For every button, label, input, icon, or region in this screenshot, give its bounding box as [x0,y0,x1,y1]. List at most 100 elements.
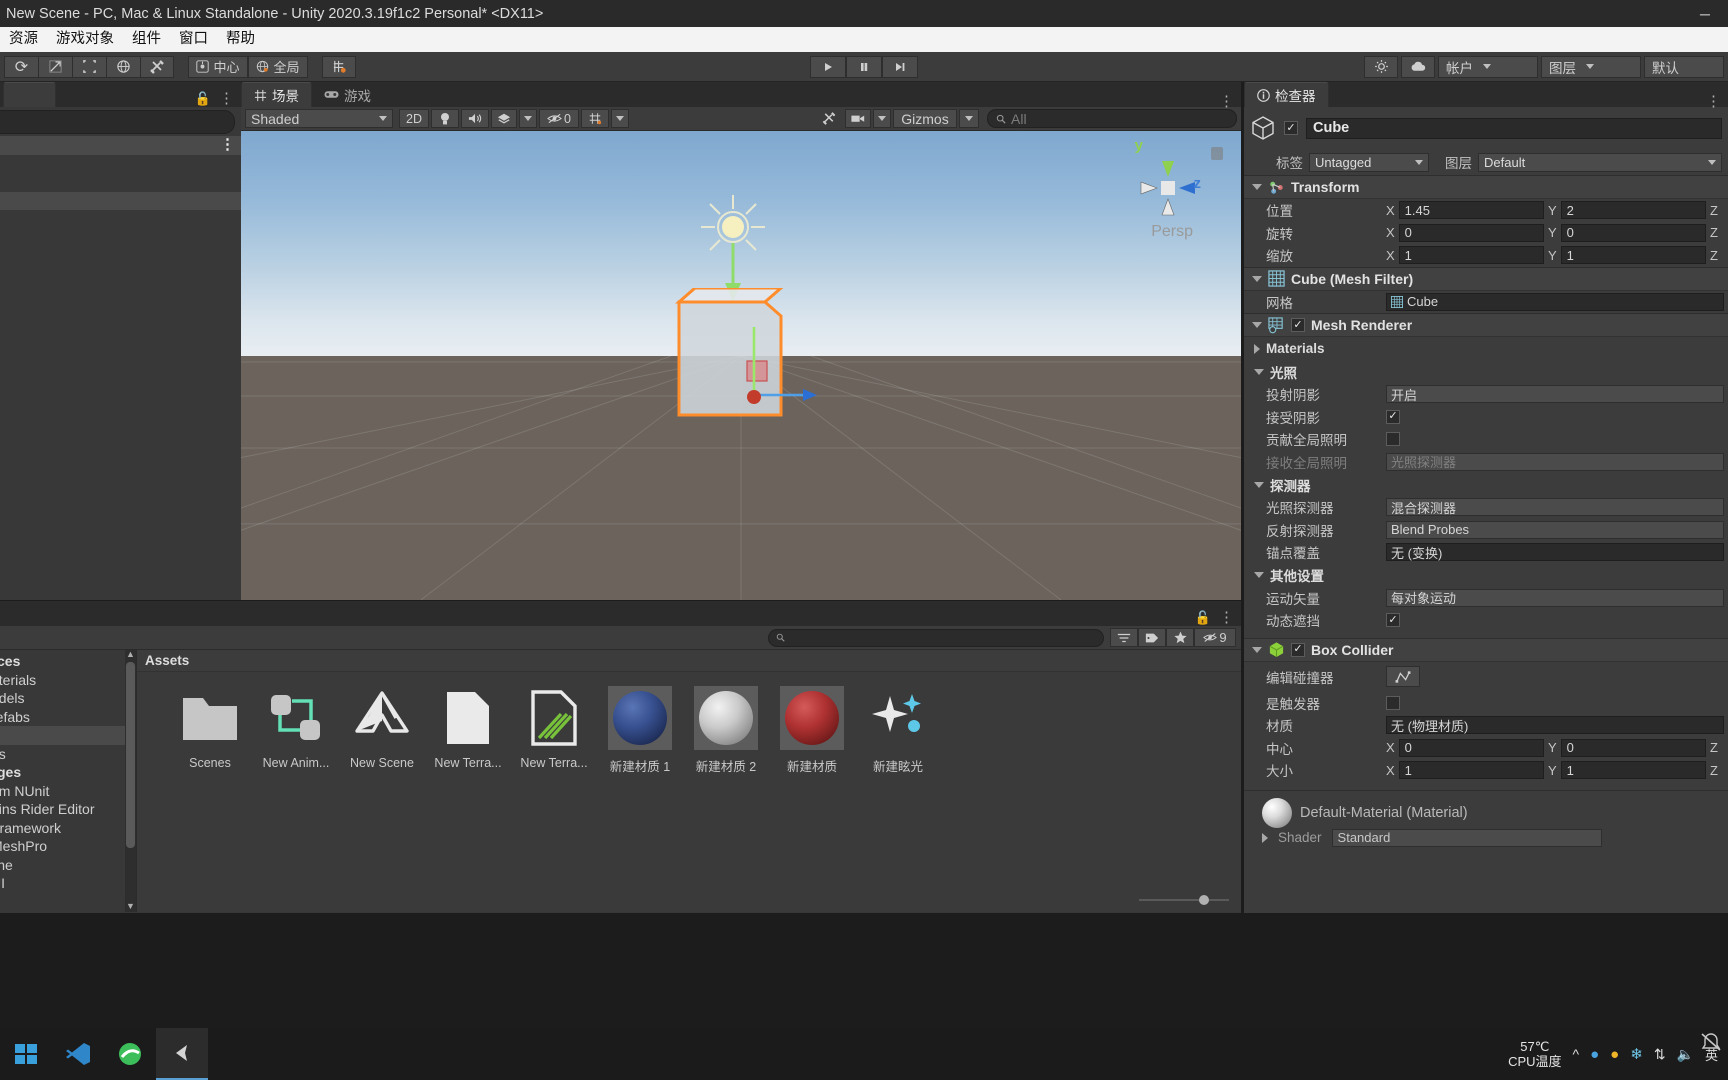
component-header-mesh-renderer[interactable]: ✓ Mesh Renderer [1244,313,1728,337]
project-filter-icon[interactable] [1110,628,1138,647]
project-tree-row[interactable]: Framework [0,819,136,838]
chevron-down-icon[interactable] [1254,572,1264,578]
menu-item-window[interactable]: 窗口 [170,27,217,52]
scale-tool-icon[interactable] [106,55,140,78]
menu-item-assets[interactable]: 资源 [0,27,47,52]
scene-viewport[interactable]: y z Persp [241,131,1241,600]
project-tree-scrollbar[interactable]: ▲ ▼ [125,650,136,912]
component-header-box-collider[interactable]: ✓ Box Collider [1244,637,1728,662]
tray-app-icon-3[interactable]: ❄ [1630,1045,1643,1063]
layout-dropdown[interactable]: 默认 [1644,55,1724,78]
inspector-menu-icon[interactable]: ⋮ [1706,94,1721,109]
chevron-down-icon[interactable] [1252,275,1262,282]
project-tree-row[interactable]: line [0,856,136,875]
scene-fx-icon[interactable] [491,109,517,128]
menu-item-component[interactable]: 组件 [123,27,170,52]
tab-inspector[interactable]: 检查器 [1244,82,1329,107]
size-y-input[interactable]: 1 [1560,761,1706,780]
rotation-y-input[interactable]: 0 [1560,223,1706,242]
asset-item-scenes[interactable]: Scenes [167,686,253,775]
asset-item-material-1[interactable]: 新建材质 1 [597,686,683,775]
layers-dropdown[interactable]: 图层 [1541,55,1641,78]
asset-item-material-3[interactable]: 新建材质 [769,686,855,775]
hierarchy-menu-icon[interactable]: ⋮ [219,91,234,106]
project-tree-row[interactable]: refabs [0,708,136,727]
project-tree-row[interactable]: odels [0,689,136,708]
label-icon[interactable] [1138,628,1166,647]
chevron-right-icon[interactable] [1262,832,1268,843]
physic-material-object-field[interactable]: 无 (物理材质) [1386,716,1724,735]
toggle-2d-button[interactable]: 2D [399,109,429,128]
scene-tools-icon[interactable] [815,109,843,128]
minimize-button[interactable]: ─ [1682,0,1728,27]
menu-item-help[interactable]: 帮助 [217,27,264,52]
project-tree-row[interactable]: ces [0,652,136,671]
project-menu-icon[interactable]: ⋮ [1219,610,1234,625]
gizmos-button[interactable]: Gizmos [893,109,957,128]
lock-icon[interactable]: 🔓 [1195,610,1211,626]
rect-tool-icon[interactable] [140,55,174,78]
tab-scene[interactable]: 场景 [241,82,312,107]
chevron-down-icon[interactable] [1254,368,1264,375]
hierarchy-row-cube[interactable]: Cube [0,191,241,210]
component-header-transform[interactable]: Transform [1244,175,1728,199]
chevron-down-icon[interactable] [1252,322,1262,328]
rotate-tool-icon[interactable] [72,55,106,78]
step-button[interactable] [882,55,918,78]
scale-y-input[interactable]: 1 [1560,246,1706,265]
project-tree-row[interactable]: UI [0,874,136,893]
chevron-down-icon[interactable] [1254,481,1264,488]
icon-size-slider[interactable] [1139,894,1229,906]
pause-button[interactable] [846,55,882,78]
tray-app-icon-1[interactable]: ● [1590,1046,1599,1063]
reflection-probes-dropdown[interactable]: Blend Probes [1386,520,1724,539]
chevron-down-icon[interactable] [1252,646,1262,653]
scene-grid-icon[interactable] [581,109,609,128]
menu-item-gameobject[interactable]: 游戏对象 [47,27,123,52]
is-trigger-checkbox[interactable] [1386,695,1400,710]
center-y-input[interactable]: 0 [1560,738,1706,757]
box-collider-enabled-checkbox[interactable]: ✓ [1291,642,1305,657]
scene-audio-icon[interactable] [461,109,489,128]
cast-shadows-dropdown[interactable]: 开启 [1386,385,1724,404]
browser-icon[interactable] [104,1028,156,1080]
layer-dropdown[interactable]: Default [1478,152,1722,172]
tag-dropdown[interactable]: Untagged [1309,152,1429,172]
gameobject-name-input[interactable]: Cube [1306,117,1722,139]
notification-icon[interactable] [1700,1032,1722,1055]
shader-dropdown[interactable]: Standard [1331,828,1602,847]
account-dropdown[interactable]: 帐户 [1438,55,1538,78]
space-toggle-button[interactable]: 全局 [248,55,308,78]
cloud-icon[interactable] [1401,55,1435,78]
project-tree-row[interactable]: MeshPro [0,837,136,856]
scene-menu-icon[interactable]: ⋮ [220,137,241,152]
scene-lighting-icon[interactable] [431,109,459,128]
project-tree-row[interactable]: aterials [0,671,136,690]
project-tree-row[interactable]: ains Rider Editor [0,800,136,819]
hand-tool-icon[interactable]: ⟳ [4,55,38,78]
shading-mode-dropdown[interactable]: Shaded [245,109,393,128]
scene-search-input[interactable]: All [987,109,1237,128]
component-header-mesh-filter[interactable]: Cube (Mesh Filter) [1244,266,1728,291]
collab-icon[interactable] [1364,55,1398,78]
hierarchy-row-directional-light[interactable]: Directional Light [0,173,241,192]
section-materials[interactable]: Materials [1244,337,1728,360]
project-tree-row[interactable]: es [0,745,136,764]
volume-icon[interactable]: 🔈 [1677,1046,1694,1063]
contribute-gi-checkbox[interactable] [1386,432,1400,447]
asset-item-new-scene[interactable]: New Scene [339,686,425,775]
play-button[interactable] [810,55,846,78]
scene-menu-icon[interactable]: ⋮ [1219,94,1234,109]
asset-item-new-terrain-data[interactable]: New Terra... [425,686,511,775]
vscode-icon[interactable] [52,1028,104,1080]
move-gizmo[interactable] [669,327,819,437]
hierarchy-row-main-camera[interactable]: Main Camera [0,155,241,174]
scene-visibility-toggle[interactable]: 0 [539,109,579,128]
section-additional-settings[interactable]: 其他设置 [1244,564,1728,587]
scene-grid-dropdown[interactable] [611,109,629,128]
mesh-object-field[interactable]: Cube [1386,292,1724,311]
motion-vectors-dropdown[interactable]: 每对象运动 [1386,588,1724,607]
asset-item-new-animator[interactable]: New Anim... [253,686,339,775]
asset-item-flare[interactable]: 新建眩光 [855,686,941,775]
light-probes-dropdown[interactable]: 混合探测器 [1386,498,1724,517]
